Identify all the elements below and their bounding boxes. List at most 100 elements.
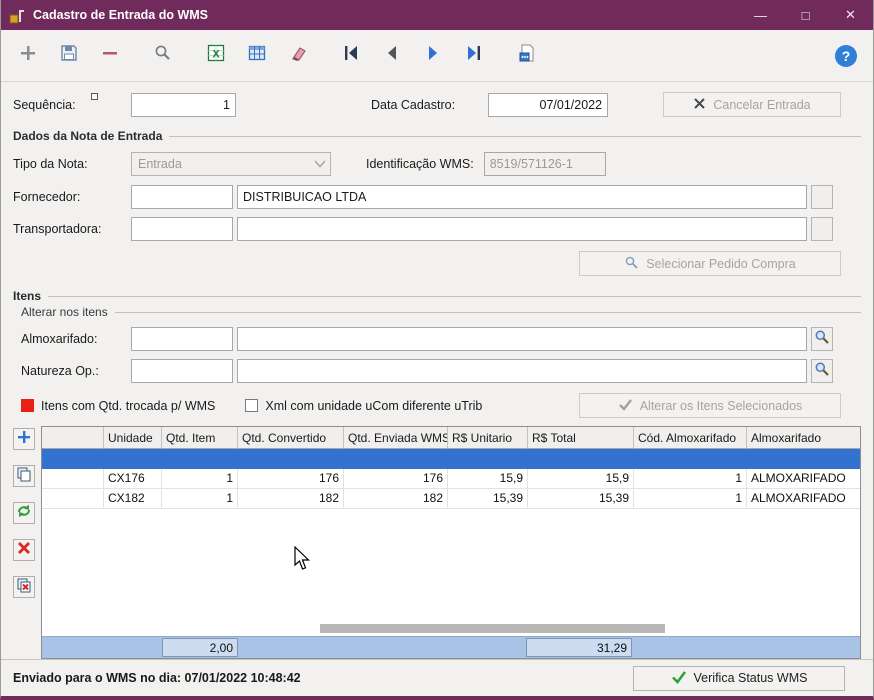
selecionar-pedido-compra-label: Selecionar Pedido Compra xyxy=(646,256,796,271)
add-button[interactable] xyxy=(15,43,41,69)
data-cadastro-input[interactable] xyxy=(488,92,609,117)
add-icon xyxy=(18,43,38,68)
nav-first-button[interactable] xyxy=(338,43,364,69)
natureza-row: Natureza Op.: xyxy=(13,359,861,383)
nav-prev-icon xyxy=(383,44,401,67)
log-button[interactable] xyxy=(514,43,540,69)
fornecedor-codigo-input[interactable] xyxy=(131,185,233,209)
save-button[interactable] xyxy=(56,43,82,69)
cell-qtd-enviada[interactable]: 182 xyxy=(344,489,448,509)
alterar-itens-title-text: Alterar nos itens xyxy=(21,305,108,319)
selecionar-pedido-compra-button[interactable]: Selecionar Pedido Compra xyxy=(579,251,841,276)
alterar-itens-button[interactable]: Alterar os Itens Selecionados xyxy=(579,393,841,418)
table-row[interactable]: CX182 1 182 182 15,39 15,39 1 ALMOXARIFA… xyxy=(42,489,860,509)
row-selector-cell[interactable] xyxy=(42,469,104,489)
remove-icon xyxy=(100,43,120,68)
minimize-button[interactable]: — xyxy=(738,0,783,30)
focus-marker xyxy=(91,93,98,100)
pedido-compra-row: Selecionar Pedido Compra xyxy=(13,251,861,276)
grid-header-almoxarifado[interactable]: Almoxarifado xyxy=(747,427,860,449)
sequence-row: Sequência: Data Cadastro: Cancelar Entra… xyxy=(13,92,861,117)
app-window: Cadastro de Entrada do WMS — □ ✕ X ? Seq… xyxy=(0,0,874,700)
grid-header-qtd-item[interactable]: Qtd. Item xyxy=(162,427,238,449)
grid-header-total[interactable]: R$ Total xyxy=(528,427,634,449)
nav-last-button[interactable] xyxy=(461,43,487,69)
help-icon: ? xyxy=(835,44,857,67)
close-button[interactable]: ✕ xyxy=(828,0,873,30)
help-button[interactable]: ? xyxy=(833,43,859,69)
cell-unidade[interactable]: CX176 xyxy=(104,469,162,489)
row-selector-cell[interactable] xyxy=(42,489,104,509)
refresh-rows-button[interactable] xyxy=(13,502,35,524)
nav-next-button[interactable] xyxy=(420,43,446,69)
tipo-nota-select[interactable]: Entrada xyxy=(131,152,331,176)
cell-total[interactable]: 15,39 xyxy=(528,489,634,509)
natureza-lookup-button[interactable] xyxy=(811,359,833,383)
transportadora-row: Transportadora: xyxy=(13,217,861,241)
cell-unitario[interactable]: 15,9 xyxy=(448,469,528,489)
delete-all-rows-button[interactable] xyxy=(13,576,35,598)
nav-prev-button[interactable] xyxy=(379,43,405,69)
eraser-button[interactable] xyxy=(285,43,311,69)
remove-button[interactable] xyxy=(97,43,123,69)
total-valor: 31,29 xyxy=(526,638,632,657)
cell-qtd-convertido[interactable]: 176 xyxy=(238,469,344,489)
grid-header-unitario[interactable]: R$ Unitario xyxy=(448,427,528,449)
svg-text:X: X xyxy=(212,49,220,61)
grid-header-row: Unidade Qtd. Item Qtd. Convertido Qtd. E… xyxy=(42,427,860,449)
red-legend-swatch xyxy=(21,399,34,412)
delete-row-button[interactable] xyxy=(13,539,35,561)
verifica-status-wms-button[interactable]: Verifica Status WMS xyxy=(633,665,845,691)
grid-header-qtd-convertido[interactable]: Qtd. Convertido xyxy=(238,427,344,449)
duplicate-row-button[interactable] xyxy=(13,465,35,487)
cancelar-entrada-button[interactable]: Cancelar Entrada xyxy=(663,92,841,117)
items-grid[interactable]: Unidade Qtd. Item Qtd. Convertido Qtd. E… xyxy=(41,426,861,659)
tipo-nota-label: Tipo da Nota: xyxy=(13,157,88,171)
add-row-button[interactable] xyxy=(13,428,35,450)
sequencia-input[interactable] xyxy=(131,92,236,117)
grid-selected-row[interactable] xyxy=(42,449,860,469)
maximize-button[interactable]: □ xyxy=(783,0,828,30)
fornecedor-lookup-button[interactable] xyxy=(811,185,833,209)
nav-first-icon xyxy=(342,44,360,67)
search-button[interactable] xyxy=(150,43,176,69)
fornecedor-nome-input[interactable] xyxy=(237,185,807,209)
chevron-down-icon xyxy=(314,155,326,173)
grid-header-qtd-enviada[interactable]: Qtd. Enviada WMS xyxy=(344,427,448,449)
verifica-status-wms-label: Verifica Status WMS xyxy=(693,671,808,685)
natureza-descricao-input[interactable] xyxy=(237,359,807,383)
cell-qtd-convertido[interactable]: 182 xyxy=(238,489,344,509)
grid-totals-row: 2,00 31,29 xyxy=(42,636,860,658)
almoxarifado-codigo-input[interactable] xyxy=(131,327,233,351)
grid-header-cod-almoxarifado[interactable]: Cód. Almoxarifado xyxy=(634,427,747,449)
cell-unidade[interactable]: CX182 xyxy=(104,489,162,509)
cell-unitario[interactable]: 15,39 xyxy=(448,489,528,509)
cell-qtd-item[interactable]: 1 xyxy=(162,489,238,509)
search-color-icon xyxy=(814,361,830,382)
excel-export-button[interactable]: X xyxy=(203,43,229,69)
natureza-codigo-input[interactable] xyxy=(131,359,233,383)
legend-row: Itens com Qtd. trocada p/ WMS Xml com un… xyxy=(13,393,861,418)
grid-header-unidade[interactable]: Unidade xyxy=(104,427,162,449)
grid-view-button[interactable] xyxy=(244,43,270,69)
titlebar: Cadastro de Entrada do WMS — □ ✕ xyxy=(1,0,873,30)
xml-ucom-checkbox[interactable] xyxy=(245,399,259,412)
cell-cod-almoxarifado[interactable]: 1 xyxy=(634,489,747,509)
almoxarifado-descricao-input[interactable] xyxy=(237,327,807,351)
data-cadastro-label: Data Cadastro: xyxy=(371,97,456,112)
cell-total[interactable]: 15,9 xyxy=(528,469,634,489)
transportadora-nome-input[interactable] xyxy=(237,217,807,241)
transportadora-lookup-button[interactable] xyxy=(811,217,833,241)
cell-qtd-enviada[interactable]: 176 xyxy=(344,469,448,489)
horizontal-scrollbar[interactable] xyxy=(320,624,665,633)
transportadora-codigo-input[interactable] xyxy=(131,217,233,241)
almoxarifado-lookup-button[interactable] xyxy=(811,327,833,351)
search-color-icon xyxy=(814,329,830,350)
cell-qtd-item[interactable]: 1 xyxy=(162,469,238,489)
cell-almoxarifado[interactable]: ALMOXARIFADO xyxy=(747,469,860,489)
table-row[interactable]: CX176 1 176 176 15,9 15,9 1 ALMOXARIFADO xyxy=(42,469,860,489)
grid-side-toolbar xyxy=(13,426,37,659)
cell-almoxarifado[interactable]: ALMOXARIFADO xyxy=(747,489,860,509)
cell-cod-almoxarifado[interactable]: 1 xyxy=(634,469,747,489)
identificacao-wms-label: Identificação WMS: xyxy=(366,157,474,171)
